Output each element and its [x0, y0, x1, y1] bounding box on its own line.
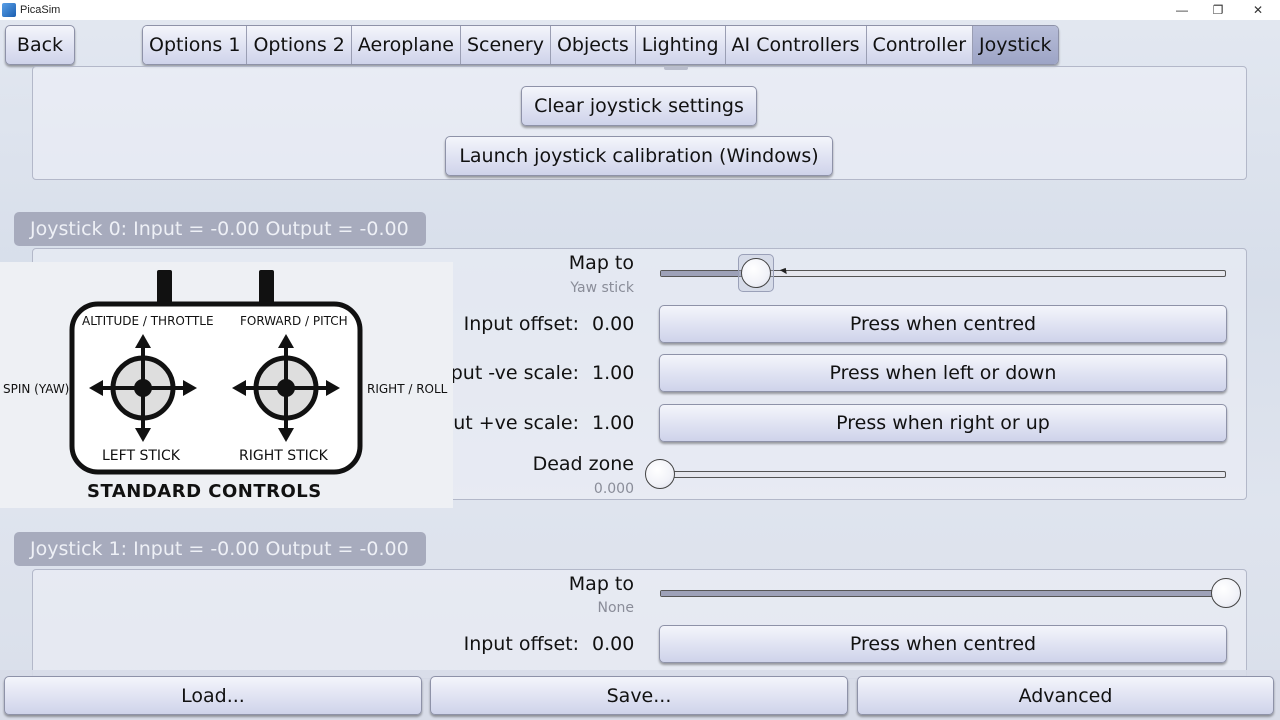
joystick-1-map-to-handle[interactable] [1211, 578, 1241, 608]
settings-tabs: Options 1 Options 2 Aeroplane Scenery Ob… [142, 25, 1059, 65]
advanced-button[interactable]: Advanced [857, 676, 1274, 715]
tab-options-1[interactable]: Options 1 [143, 26, 248, 64]
joystick-1-map-to-slider[interactable] [660, 590, 1226, 597]
joystick-0-header: Joystick 0: Input = -0.00 Output = -0.00 [14, 212, 426, 246]
joystick-0-input-offset-value: 0.00 [592, 313, 635, 335]
diagram-right-stick-label: RIGHT STICK [239, 448, 328, 464]
tab-aeroplane[interactable]: Aeroplane [351, 26, 461, 64]
joystick-0-press-centred-button[interactable]: Press when centred [659, 305, 1227, 343]
joystick-0-dead-zone-handle[interactable] [645, 459, 675, 489]
diagram-altitude-label: ALTITUDE / THROTTLE [82, 314, 214, 328]
joystick-0-dead-zone-label: Dead zone [532, 453, 634, 475]
tab-options-2[interactable]: Options 2 [247, 26, 352, 64]
joystick-1-press-centred-button[interactable]: Press when centred [659, 625, 1227, 663]
joystick-1-map-to-value: None [597, 600, 634, 616]
launch-joystick-calibration-button[interactable]: Launch joystick calibration (Windows) [445, 136, 833, 176]
tab-joystick[interactable]: Joystick [973, 26, 1058, 64]
joystick-0-input-offset-label: Input offset: [463, 313, 579, 335]
tab-lighting[interactable]: Lighting [635, 26, 726, 64]
scroll-indicator[interactable] [664, 66, 688, 70]
joystick-0-dead-zone-slider[interactable] [660, 471, 1226, 478]
joystick-0-neg-scale-value: 1.00 [592, 362, 635, 384]
back-button[interactable]: Back [5, 25, 75, 65]
joystick-1-input-offset-label: Input offset: [463, 633, 579, 655]
diagram-right-roll-label: RIGHT / ROLL [367, 382, 448, 396]
window-title: PicaSim [20, 4, 61, 16]
joystick-1-input-offset-value: 0.00 [592, 633, 635, 655]
diagram-title: STANDARD CONTROLS [87, 481, 322, 502]
joystick-0-map-to-label: Map to [568, 252, 634, 274]
diagram-left-stick-label: LEFT STICK [102, 448, 180, 464]
tab-scenery[interactable]: Scenery [460, 26, 551, 64]
app-icon [2, 3, 16, 17]
diagram-spin-label: SPIN (YAW) [3, 382, 70, 396]
close-icon[interactable]: ✕ [1238, 0, 1278, 20]
joystick-0-pos-scale-label: ut +ve scale: [453, 412, 579, 434]
joystick-1-map-to-label: Map to [568, 573, 634, 595]
joystick-0-press-right-button[interactable]: Press when right or up [659, 404, 1227, 442]
tab-ai-controllers[interactable]: AI Controllers [725, 26, 867, 64]
maximize-icon[interactable]: ❐ [1198, 0, 1238, 20]
save-button[interactable]: Save... [430, 676, 848, 715]
joystick-0-neg-scale-label: put -ve scale: [450, 362, 579, 384]
minimize-icon[interactable]: — [1162, 0, 1202, 20]
joystick-1-header: Joystick 1: Input = -0.00 Output = -0.00 [14, 532, 426, 566]
joystick-0-press-left-button[interactable]: Press when left or down [659, 354, 1227, 392]
joystick-0-map-to-value: Yaw stick [570, 280, 634, 296]
clear-joystick-settings-button[interactable]: Clear joystick settings [521, 86, 757, 126]
joystick-0-pos-scale-value: 1.00 [592, 412, 635, 434]
diagram-forward-label: FORWARD / PITCH [240, 314, 348, 328]
load-button[interactable]: Load... [4, 676, 422, 715]
standard-controls-diagram: ALTITUDE / THROTTLE FORWARD / PITCH SPIN… [0, 262, 453, 508]
tab-controller[interactable]: Controller [866, 26, 974, 64]
joystick-0-dead-zone-value: 0.000 [593, 481, 634, 497]
window-titlebar: PicaSim — ❐ ✕ [0, 0, 1280, 20]
joystick-1-map-to-fill [661, 591, 1225, 596]
tab-objects[interactable]: Objects [550, 26, 636, 64]
